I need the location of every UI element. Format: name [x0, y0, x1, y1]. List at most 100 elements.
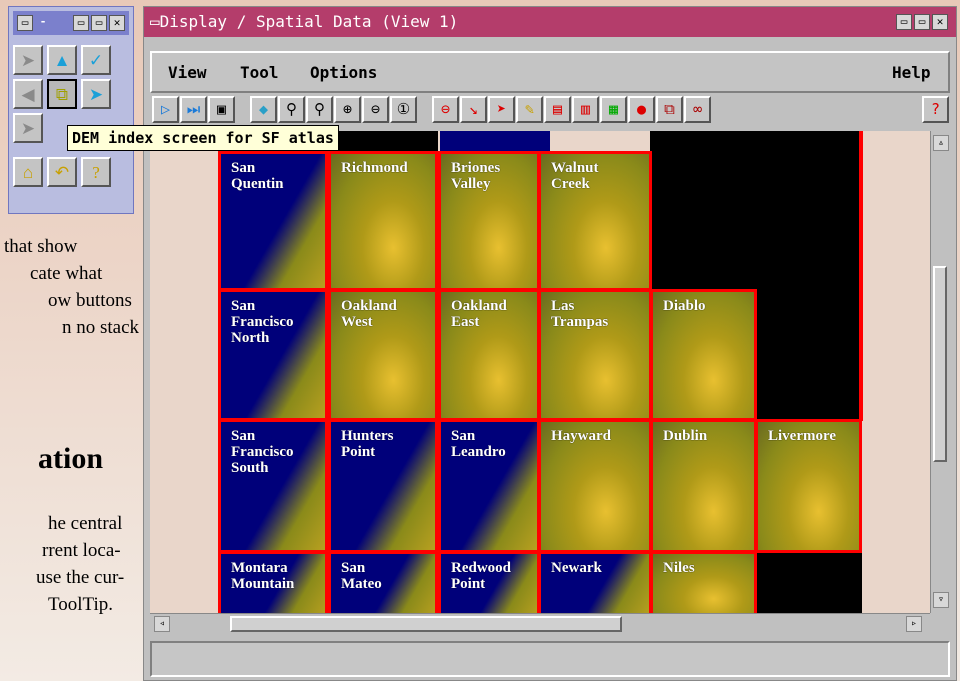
palette-title-bar: ▭ - ▭ ▭ ✕	[13, 11, 129, 35]
map-tile-label: Oakland East	[451, 298, 507, 330]
window-title: ▭Display / Spatial Data (View 1)	[150, 12, 459, 31]
help-pointer-icon[interactable]: ?	[922, 96, 949, 123]
map-tile[interactable]: Redwood Point	[438, 551, 540, 613]
maximize-button[interactable]: ▭	[914, 14, 930, 30]
pan-icon[interactable]: ↘	[460, 96, 487, 123]
map-tile-strip	[440, 131, 550, 151]
full-view-icon[interactable]: ◆	[250, 96, 277, 123]
menu-tool[interactable]: Tool	[240, 63, 279, 82]
undo-icon[interactable]: ↶	[47, 157, 77, 187]
doc-line: n no stack	[62, 317, 140, 338]
vertical-scrollbar[interactable]: ▵ ▿	[930, 131, 951, 613]
window-title-bar: ▭Display / Spatial Data (View 1) ▭ ▭ ✕	[144, 7, 956, 37]
traffic-light-icon[interactable]: ●	[628, 96, 655, 123]
map-tile[interactable]: San Francisco South	[218, 419, 328, 553]
stop-icon[interactable]: ▣	[208, 96, 235, 123]
home-icon[interactable]: ⌂	[13, 157, 43, 187]
map-tile[interactable]: Dublin	[650, 419, 757, 553]
map-tile-label: Diablo	[663, 298, 706, 314]
arrow-right-icon[interactable]: ➤	[81, 79, 111, 109]
redraw-icon[interactable]: ▷	[152, 96, 179, 123]
map-tile[interactable]: San Quentin	[218, 151, 328, 291]
color-icon[interactable]: ▦	[600, 96, 627, 123]
map-tile[interactable]: Niles	[650, 551, 757, 613]
map-tile-label: Walnut Creek	[551, 160, 599, 192]
layer-controls-icon[interactable]: ▥	[572, 96, 599, 123]
map-tile-strip	[330, 131, 438, 151]
map-tile-label: San Francisco South	[231, 428, 294, 476]
scroll-thumb[interactable]	[933, 266, 947, 462]
map-tile[interactable]: Richmond	[328, 151, 438, 291]
map-tile[interactable]: Briones Valley	[438, 151, 540, 291]
zoom-in-icon[interactable]: ⊕	[334, 96, 361, 123]
scroll-up-arrow-icon[interactable]: ▵	[933, 135, 949, 151]
menu-options[interactable]: Options	[310, 63, 377, 82]
zoom-box-icon[interactable]: ⚲	[278, 96, 305, 123]
zoom-one-icon[interactable]: ①	[390, 96, 417, 123]
arrow-down-right-icon[interactable]: ➤	[13, 113, 43, 143]
map-tile[interactable]: Hunters Point	[328, 419, 438, 553]
menu-bar: View Tool Options Help	[150, 51, 950, 93]
maximize-button[interactable]: ▭	[91, 15, 107, 31]
minimize-button[interactable]: ▭	[896, 14, 912, 30]
shade-button[interactable]: -	[35, 15, 51, 31]
map-tile-label: Montara Mountain	[231, 560, 295, 592]
map-tile-label: Briones Valley	[451, 160, 501, 192]
window-menu-icon[interactable]: ▭	[17, 15, 33, 31]
map-tile[interactable]: Oakland West	[328, 289, 438, 421]
select-icon[interactable]: ➤	[488, 96, 515, 123]
map-tile-label: San Francisco North	[231, 298, 294, 346]
map-tile-label: Oakland West	[341, 298, 397, 330]
map-tile[interactable]: San Leandro	[438, 419, 540, 553]
caret-up-icon[interactable]: ▲	[47, 45, 77, 75]
menu-help[interactable]: Help	[892, 63, 931, 82]
map-tile-label: San Quentin	[231, 160, 284, 192]
close-button[interactable]: ✕	[109, 15, 125, 31]
doc-line: cate what	[30, 263, 103, 284]
map-tile-label: Dublin	[663, 428, 708, 444]
close-button[interactable]: ✕	[932, 14, 948, 30]
select-arrow-icon[interactable]: ➤	[13, 45, 43, 75]
sketch-icon[interactable]: ✎	[516, 96, 543, 123]
tooltip: DEM index screen for SF atlas	[67, 125, 339, 151]
black-area	[650, 131, 862, 291]
map-tile[interactable]: Newark	[538, 551, 652, 613]
horizontal-scrollbar[interactable]: ◃ ▹	[150, 613, 930, 634]
zoom-lens-icon[interactable]: ⚲	[306, 96, 333, 123]
map-tile-label: Hayward	[551, 428, 611, 444]
map-tile[interactable]: Walnut Creek	[538, 151, 652, 291]
menu-view[interactable]: View	[168, 63, 207, 82]
map-tile[interactable]: Oakland East	[438, 289, 540, 421]
stack-icon[interactable]: ⧉	[656, 96, 683, 123]
help-question-icon[interactable]: ?	[81, 157, 111, 187]
scroll-left-arrow-icon[interactable]: ◃	[154, 616, 170, 632]
doc-line: ToolTip.	[48, 594, 114, 615]
check-arrow-icon[interactable]: ✓	[81, 45, 111, 75]
arrow-left-icon[interactable]: ◀	[13, 79, 43, 109]
scroll-down-arrow-icon[interactable]: ▿	[933, 592, 949, 608]
stack-icon[interactable]: ⧉	[47, 79, 77, 109]
status-bar	[150, 641, 950, 677]
map-tile[interactable]: Montara Mountain	[218, 551, 328, 613]
map-tile-label: Las Trampas	[551, 298, 609, 330]
doc-line: ow buttons	[48, 290, 132, 311]
doc-line: he central	[48, 513, 123, 534]
map-tile[interactable]: Livermore	[755, 419, 862, 553]
map-tile[interactable]: Diablo	[650, 289, 757, 421]
zoom-red-icon[interactable]: ⊖	[432, 96, 459, 123]
map-tile[interactable]: Hayward	[538, 419, 652, 553]
scroll-thumb[interactable]	[230, 616, 622, 632]
map-tile-label: Newark	[551, 560, 602, 576]
map-view[interactable]: San Quentin Richmond Briones Valley Walnut …	[150, 131, 930, 613]
map-tile-label: San Mateo	[341, 560, 382, 592]
measure-icon[interactable]: ▤	[544, 96, 571, 123]
map-tile[interactable]: San Francisco North	[218, 289, 328, 421]
map-tile[interactable]: Las Trampas	[538, 289, 652, 421]
minimize-button[interactable]: ▭	[73, 15, 89, 31]
scroll-right-arrow-icon[interactable]: ▹	[906, 616, 922, 632]
zoom-out-icon[interactable]: ⊖	[362, 96, 389, 123]
redraw-all-icon[interactable]: ⏭	[180, 96, 207, 123]
link-icon[interactable]: ∞	[684, 96, 711, 123]
map-tile[interactable]: San Mateo	[328, 551, 438, 613]
doc-line: that show	[4, 236, 78, 257]
